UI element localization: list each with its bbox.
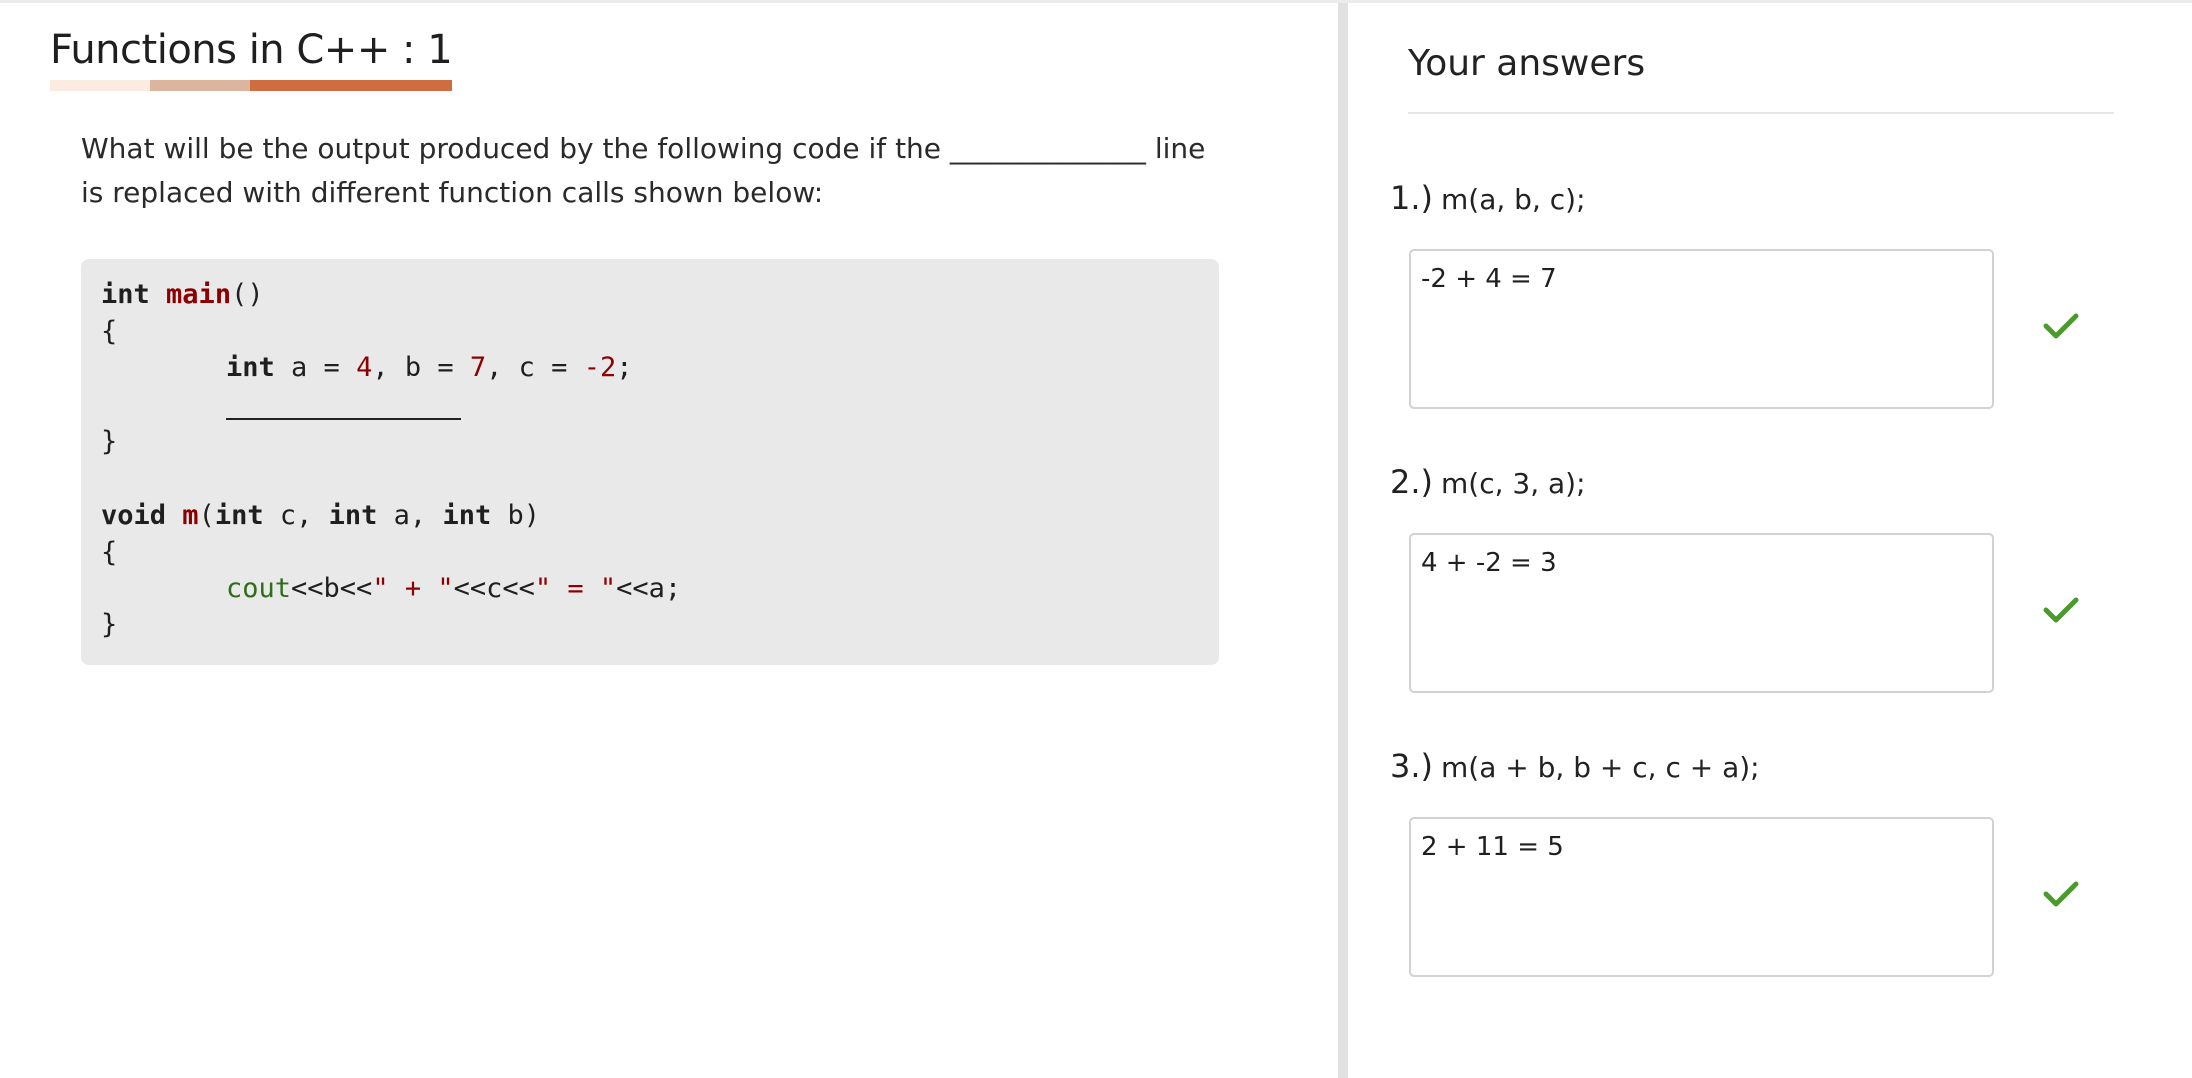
code-text: } xyxy=(101,426,118,457)
answers-divider xyxy=(1408,112,2114,114)
question-pane: Functions in C++ : 1 What will be the ou… xyxy=(0,3,1338,1078)
code-text: { xyxy=(101,316,118,347)
answer-item-2-label: 2.) m(c, 3, a); xyxy=(1390,463,1586,501)
code-text: () xyxy=(231,279,264,310)
answer-input-2[interactable]: 4 + -2 = 3 xyxy=(1409,533,1994,693)
progress-segment-3 xyxy=(250,80,452,91)
answer-call: m(c, 3, a); xyxy=(1441,467,1586,500)
lesson-progress-bar xyxy=(50,80,452,91)
code-line-3: int a = 4, b = 7, c = -2; xyxy=(226,350,632,386)
progress-segment-1 xyxy=(50,80,150,91)
code-blank-line xyxy=(226,418,461,420)
code-line-5: } xyxy=(101,424,117,460)
code-function-name: m xyxy=(182,500,199,531)
answer-input-3[interactable]: 2 + 11 = 5 xyxy=(1409,817,1994,977)
code-function-name: main xyxy=(166,279,232,310)
code-text: <<a; xyxy=(616,573,682,604)
code-text: a, xyxy=(377,500,443,531)
check-icon xyxy=(2043,313,2079,339)
code-text: } xyxy=(101,609,118,640)
code-keyword: int xyxy=(328,500,378,531)
code-text: <<c<< xyxy=(453,573,535,604)
code-text: <<b<< xyxy=(291,573,373,604)
pane-divider[interactable] xyxy=(1338,3,1348,1078)
code-line-1: int main() xyxy=(101,277,264,313)
code-text: b) xyxy=(491,500,541,531)
code-number: 4 xyxy=(356,352,373,383)
answers-pane: Your answers 1.) m(a, b, c); -2 + 4 = 7 2… xyxy=(1348,3,2192,1078)
answer-number: 1.) xyxy=(1390,179,1434,217)
code-number: -2 xyxy=(583,352,617,383)
code-string: " + " xyxy=(372,573,454,604)
code-keyword: int xyxy=(214,500,264,531)
code-line-2: { xyxy=(101,314,117,350)
code-keyword: int xyxy=(442,500,492,531)
lesson-title: Functions in C++ : 1 xyxy=(50,27,453,73)
answer-item-1-label: 1.) m(a, b, c); xyxy=(1390,179,1586,217)
answer-call: m(a + b, b + c, c + a); xyxy=(1441,751,1760,784)
code-text: a = xyxy=(274,352,357,383)
quiz-page: Functions in C++ : 1 What will be the ou… xyxy=(0,0,2192,1078)
code-text: , b = xyxy=(372,352,470,383)
code-string: " = " xyxy=(534,573,617,604)
answer-input-1[interactable]: -2 + 4 = 7 xyxy=(1409,249,1994,409)
answer-item-3-label: 3.) m(a + b, b + c, c + a); xyxy=(1390,747,1760,785)
answer-number: 2.) xyxy=(1390,463,1434,501)
code-text: , c = xyxy=(486,352,584,383)
check-icon xyxy=(2043,597,2079,623)
answer-number: 3.) xyxy=(1390,747,1434,785)
progress-segment-2 xyxy=(150,80,250,91)
code-line-9: cout<<b<<" + "<<c<<" = "<<a; xyxy=(226,571,681,607)
answer-call: m(a, b, c); xyxy=(1441,183,1586,216)
code-line-7: void m(int c, int a, int b) xyxy=(101,498,540,534)
check-icon xyxy=(2043,881,2079,907)
code-text: ( xyxy=(198,500,215,531)
code-keyword: void xyxy=(101,500,167,531)
code-keyword: int xyxy=(226,352,275,383)
code-line-10: } xyxy=(101,607,117,643)
code-line-8: { xyxy=(101,535,117,571)
answers-title: Your answers xyxy=(1408,43,1646,84)
code-block: int main() { int a = 4, b = 7, c = -2; }… xyxy=(81,259,1219,665)
code-text: ; xyxy=(616,352,633,383)
code-cout: cout xyxy=(226,573,292,604)
code-keyword: int xyxy=(101,279,150,310)
question-text: What will be the output produced by the … xyxy=(81,132,1206,209)
code-text: c, xyxy=(263,500,329,531)
code-text: { xyxy=(101,537,118,568)
code-number: 7 xyxy=(469,352,487,383)
